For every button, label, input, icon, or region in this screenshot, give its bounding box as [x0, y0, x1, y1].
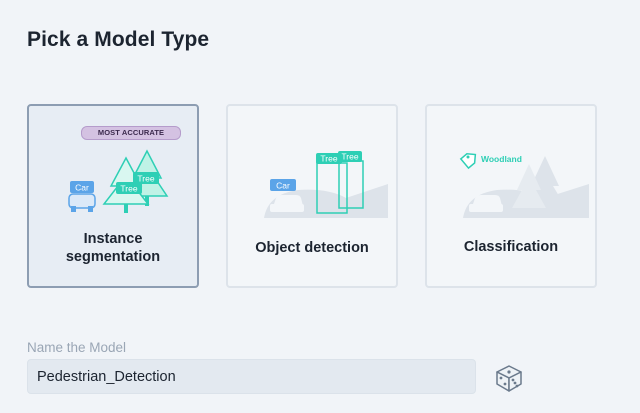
model-name-label: Name the Model [27, 340, 127, 355]
tree-tag-label: Tree [137, 174, 154, 184]
model-type-card-classification[interactable]: Woodland Classification [425, 104, 597, 288]
tag-icon [459, 152, 477, 170]
classification-illustration: Woodland [459, 152, 589, 218]
card-label-instance-segmentation: Instance segmentation [65, 231, 161, 265]
instance-segmentation-illustration: Car Tree Tree [68, 149, 169, 213]
model-type-card-instance-segmentation[interactable]: MOST ACCURATE Car Tree Tree Instance seg… [27, 104, 199, 288]
dice-icon[interactable] [493, 362, 525, 394]
car-icon [270, 195, 304, 212]
tree-tag-label: Tree [341, 152, 358, 162]
car-icon [68, 193, 96, 212]
tree-tag-label: Tree [120, 184, 137, 194]
model-name-input[interactable] [27, 359, 476, 394]
card-label-object-detection: Object detection [255, 240, 369, 256]
car-icon [469, 195, 503, 212]
object-detection-illustration: Car Tree Tree [264, 151, 388, 218]
woodland-tag-label: Woodland [481, 154, 522, 164]
page-title: Pick a Model Type [27, 28, 210, 51]
model-type-card-object-detection[interactable]: Car Tree Tree Object detection [226, 104, 398, 288]
tree-tag-label: Tree [320, 154, 337, 164]
car-tag-label: Car [75, 183, 89, 193]
car-tag-label: Car [276, 181, 290, 191]
card-label-classification: Classification [463, 239, 559, 255]
